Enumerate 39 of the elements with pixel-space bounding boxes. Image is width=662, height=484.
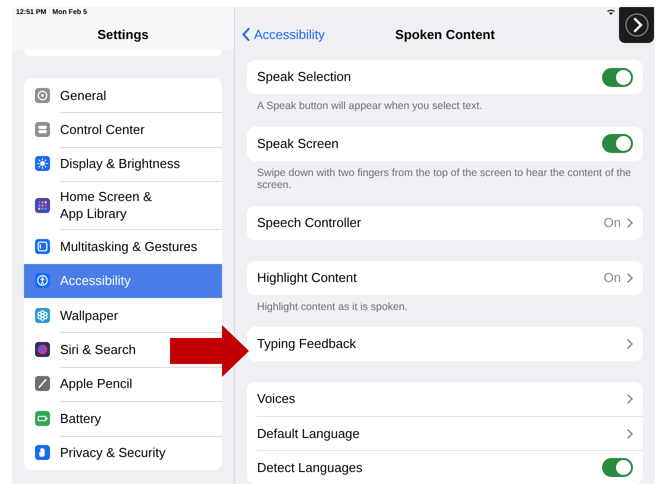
row-label: Speech Controller <box>257 214 362 232</box>
chevron-right-icon <box>627 218 633 228</box>
chevron-right-icon <box>627 339 633 349</box>
row-value: On <box>604 214 621 232</box>
chevron-right-icon <box>627 428 633 438</box>
row-label: Typing Feedback <box>257 335 358 354</box>
row-label: Speak Screen <box>257 134 340 153</box>
footer-text: Highlight content as it is spoken. <box>256 300 409 313</box>
sidebar-item[interactable]: Apple Pencil <box>35 366 132 402</box>
sidebar-item[interactable]: Control Center <box>35 112 145 147</box>
chevron-right-icon <box>627 272 633 282</box>
footer-text: Swipe down with two fingers from the top of the screen to hear the content of the screen. <box>256 166 632 192</box>
sidebar-item[interactable]: General <box>35 78 106 112</box>
sidebar-item[interactable]: Home Screen & App Library <box>35 181 152 230</box>
forward-button[interactable] <box>619 7 654 43</box>
sidebar-item[interactable]: Privacy & Security <box>35 436 166 470</box>
chevron-right-icon <box>627 394 633 404</box>
chevron-right-icon <box>624 13 648 37</box>
row-value: On <box>604 268 621 287</box>
chevron-left-icon <box>242 28 250 41</box>
toggle-switch[interactable] <box>602 134 633 153</box>
sidebar-item[interactable]: Display & Brightness <box>35 146 180 182</box>
toggle-switch[interactable] <box>602 68 633 86</box>
footer-text: A Speak button will appear when you select text. <box>256 99 484 112</box>
sidebar-title: Settings <box>97 26 149 44</box>
toggle-switch[interactable] <box>602 458 633 477</box>
row-label: Detect Languages <box>257 458 364 477</box>
row-label: Voices <box>257 390 296 408</box>
row-label: Highlight Content <box>257 268 358 287</box>
wifi-icon <box>607 9 615 15</box>
sidebar-item[interactable]: Siri & Search <box>35 332 136 367</box>
sidebar-item[interactable]: Accessibility <box>24 264 222 298</box>
page-title: Spoken Content <box>395 26 495 42</box>
row-label: Default Language <box>257 424 361 443</box>
sidebar-item[interactable]: Wallpaper <box>35 298 118 332</box>
sidebar-item[interactable]: Multitasking & Gestures <box>35 229 198 264</box>
sidebar-item[interactable]: Battery <box>35 401 102 436</box>
back-button[interactable]: Accessibility <box>242 24 325 44</box>
row-label: Speak Selection <box>257 68 352 86</box>
